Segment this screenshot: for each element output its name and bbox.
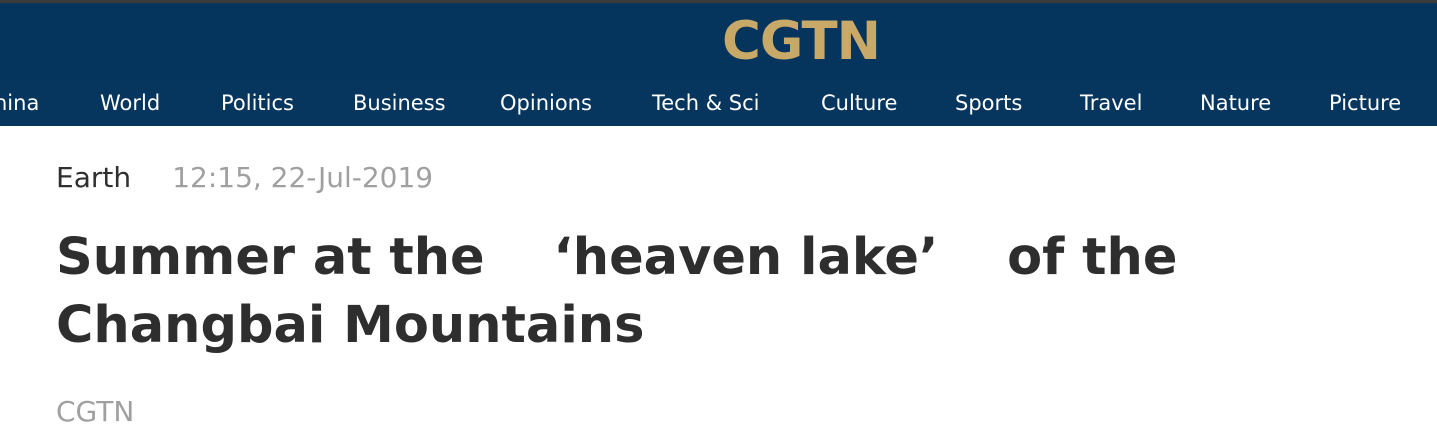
nav-item-travel[interactable]: Travel (1080, 81, 1142, 126)
article-meta: Earth 12:15, 22-Jul-2019 (56, 158, 433, 198)
nav-item-culture[interactable]: Culture (821, 81, 897, 126)
nav-item-nature[interactable]: Nature (1200, 81, 1271, 126)
nav-item-sports[interactable]: Sports (955, 81, 1022, 126)
nav-item-business[interactable]: Business (353, 81, 446, 126)
nav-item-tech-sci[interactable]: Tech & Sci (652, 81, 759, 126)
article-source: CGTN (56, 395, 135, 428)
article-title: Summer at the ‘heaven lake’ of the Chang… (56, 228, 1178, 355)
main-nav: hina World Politics Business Opinions Te… (0, 81, 1437, 126)
article-category[interactable]: Earth (56, 161, 131, 194)
article-timestamp: 12:15, 22-Jul-2019 (172, 161, 434, 194)
nav-item-picture[interactable]: Picture (1329, 81, 1401, 126)
site-header: CGTN (0, 3, 1437, 81)
nav-item-world[interactable]: World (100, 81, 160, 126)
nav-item-politics[interactable]: Politics (221, 81, 294, 126)
cgtn-logo[interactable]: CGTN (722, 12, 881, 72)
nav-item-china[interactable]: hina (0, 81, 39, 126)
nav-item-opinions[interactable]: Opinions (500, 81, 592, 126)
